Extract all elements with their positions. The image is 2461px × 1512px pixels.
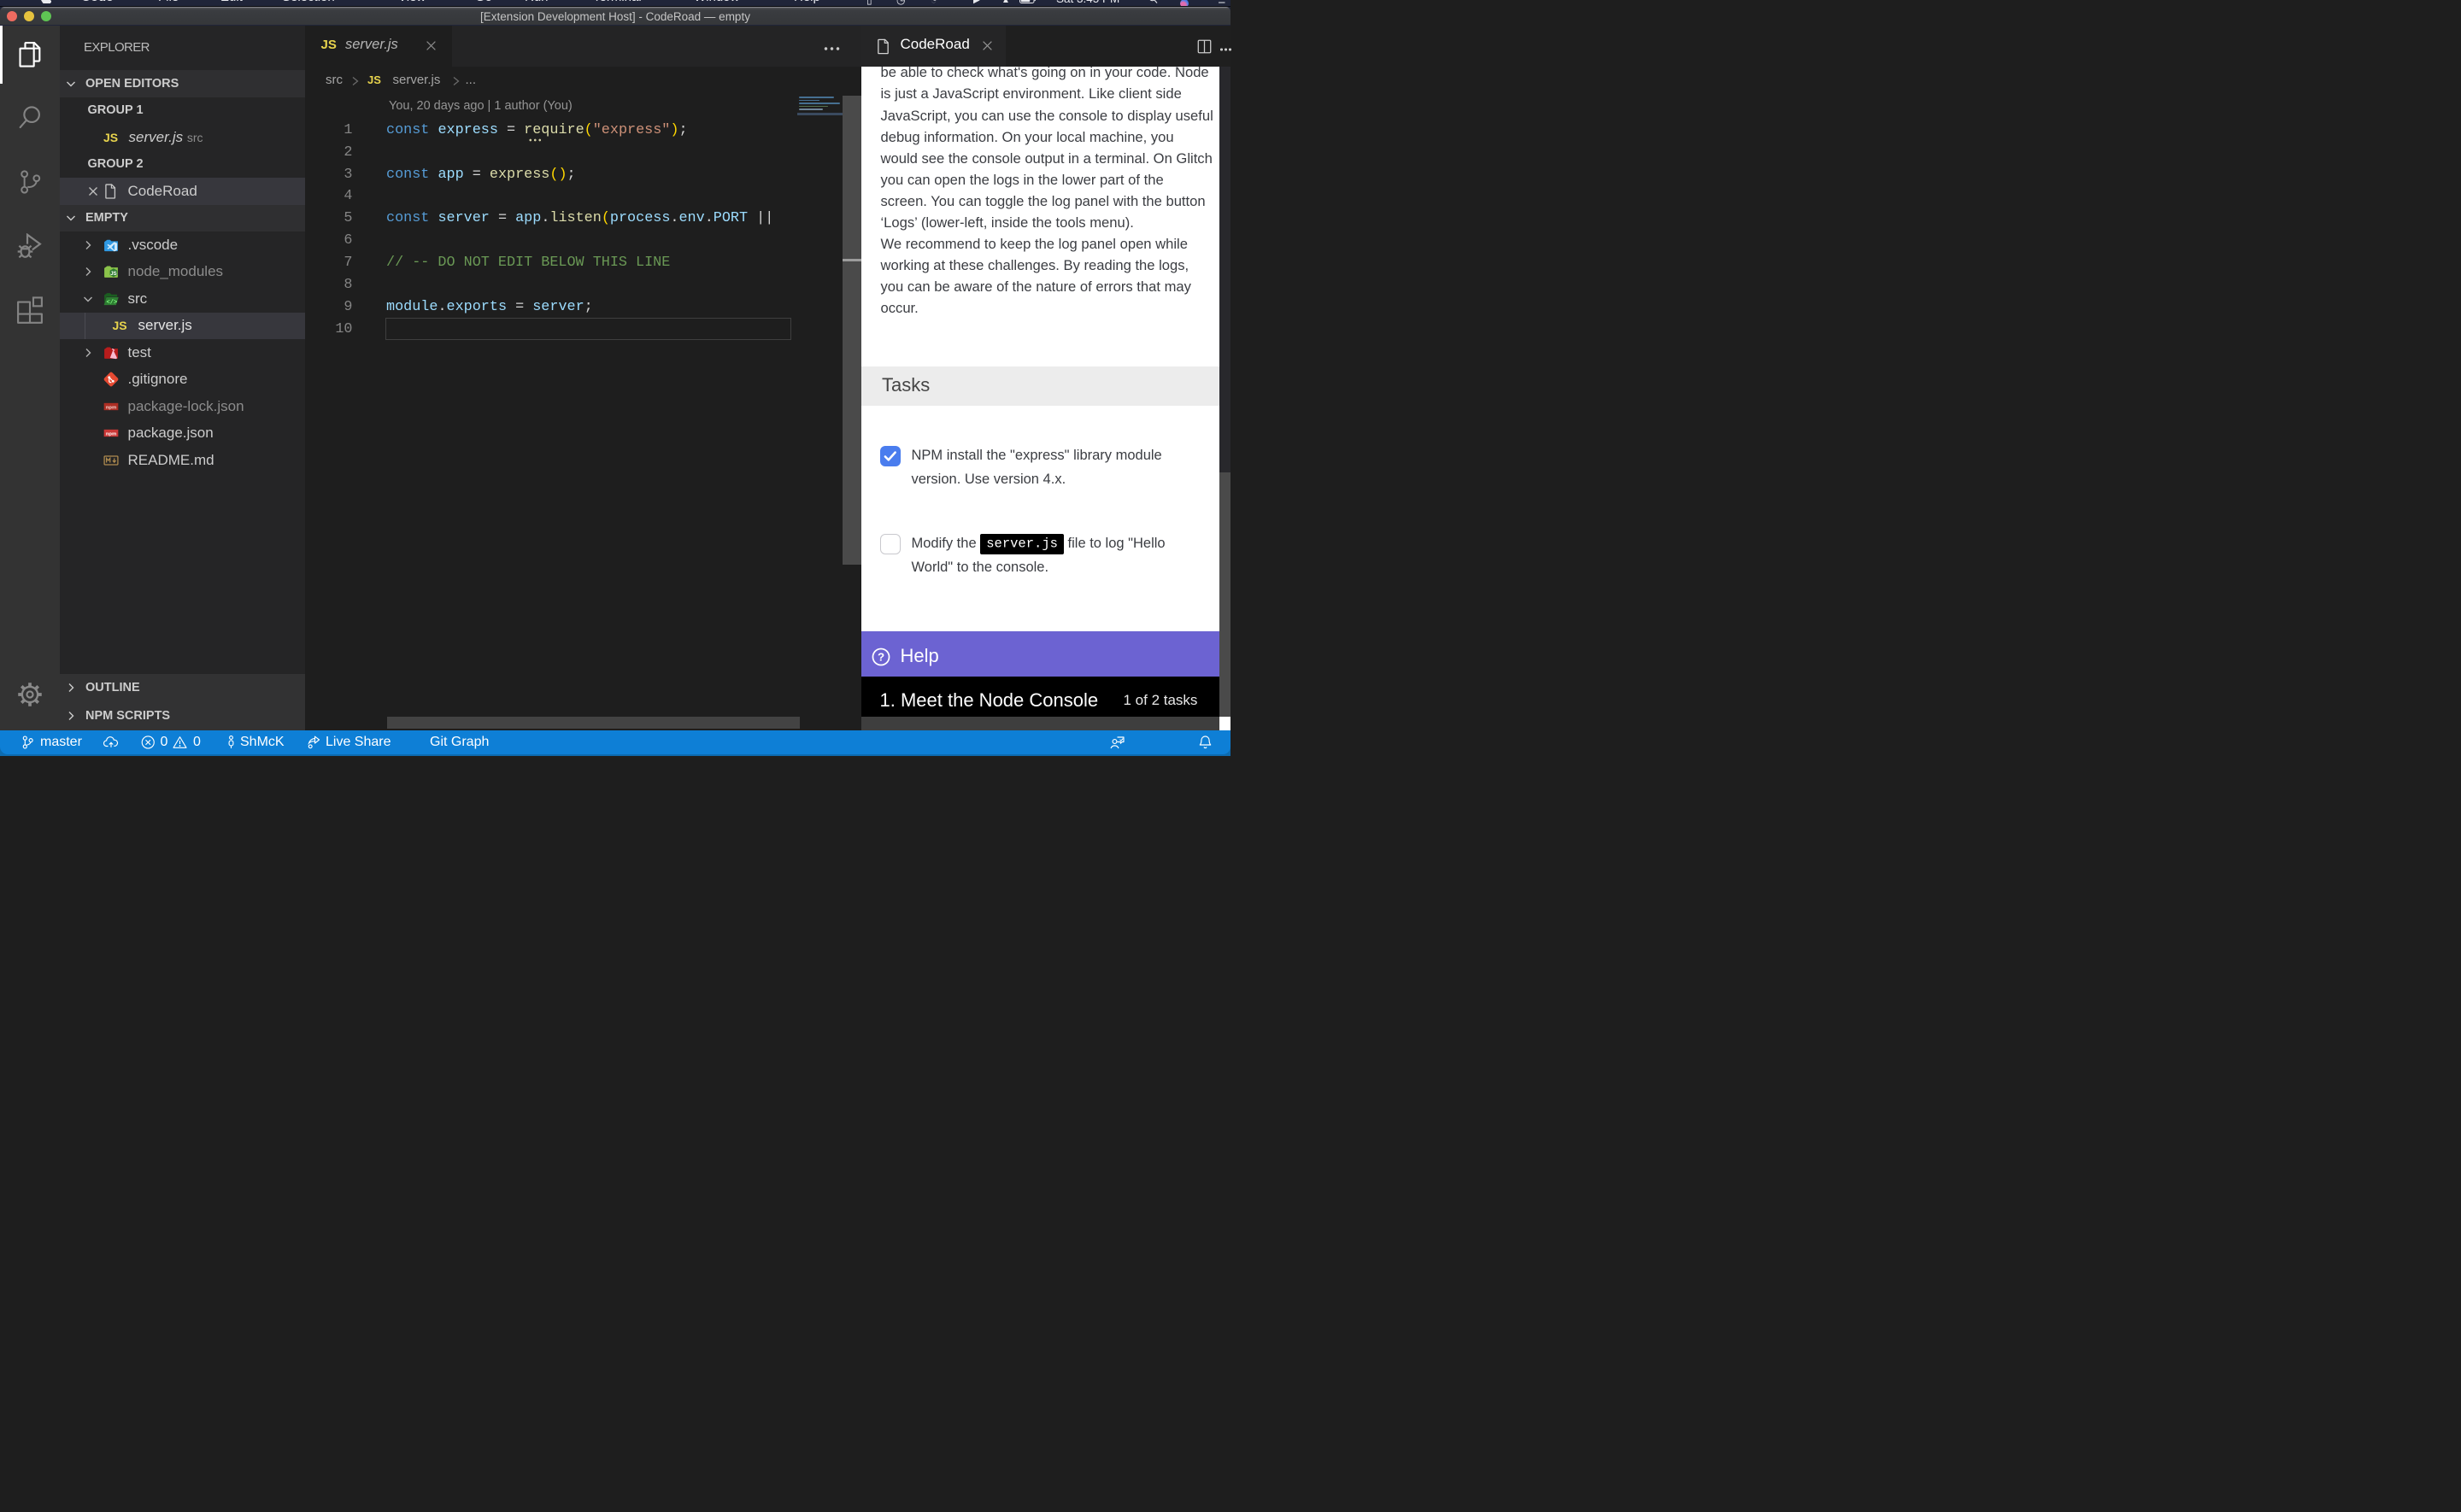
svg-text:</>: </>	[106, 299, 117, 306]
svg-text:npm: npm	[105, 432, 115, 437]
svg-text:npm: npm	[105, 405, 115, 410]
svg-text:JS: JS	[110, 271, 117, 277]
svg-text:?: ?	[877, 650, 884, 663]
